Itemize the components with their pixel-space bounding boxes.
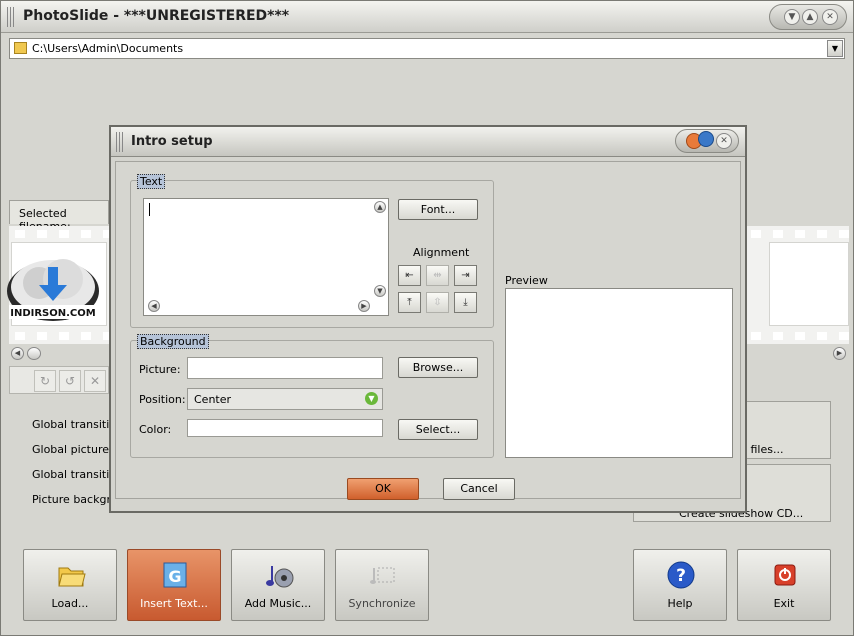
scroll-right-icon[interactable]: ▶ — [833, 347, 846, 360]
text-cursor — [149, 203, 150, 216]
path-combobox[interactable]: C:\Users\Admin\Documents ▼ — [9, 38, 845, 59]
chevron-down-icon[interactable]: ▼ — [365, 392, 378, 405]
color-label: Color: — [139, 423, 172, 436]
dialog-title-bar: Intro setup ✕ — [111, 127, 745, 157]
position-label: Position: — [139, 393, 186, 406]
preview-box — [505, 288, 733, 458]
minimize-icon[interactable]: ▼ — [784, 9, 800, 25]
alignment-label: Alignment — [413, 246, 470, 259]
title-bar: PhotoSlide - ***UNREGISTERED*** ▼ ▲ ✕ — [1, 1, 853, 33]
selected-filename-label: Selected filename: — [9, 200, 109, 233]
svg-text:G: G — [168, 567, 181, 586]
font-button[interactable]: Font... — [398, 199, 478, 220]
align-middle-icon[interactable]: ⇳ — [426, 292, 449, 313]
help-label: Help — [667, 597, 693, 610]
rotate-left-icon[interactable]: ↺ — [59, 370, 81, 392]
add-music-label: Add Music... — [244, 597, 312, 610]
select-color-button[interactable]: Select... — [398, 419, 478, 440]
music-icon — [266, 566, 294, 588]
align-center-icon[interactable]: ⇹ — [426, 265, 449, 286]
text-group: Text ▲ ▼ ◀ ▶ Font... Alignment ⇤ ⇹ ⇥ ⤒ ⇳… — [130, 174, 494, 328]
background-group: Background Picture: Browse... Position: … — [130, 334, 494, 458]
svg-text:?: ? — [676, 566, 686, 586]
dialog-window-controls: ✕ — [675, 129, 739, 153]
cancel-button-label: Cancel — [460, 482, 498, 495]
ok-button-label: OK — [375, 482, 391, 495]
app-title: PhotoSlide - ***UNREGISTERED*** — [23, 8, 290, 24]
insert-text-button[interactable]: G Insert Text... — [127, 549, 221, 621]
insert-text-icon: G — [163, 562, 187, 588]
preview-label: Preview — [505, 274, 548, 287]
synchronize-icon — [370, 567, 395, 584]
film-frame[interactable] — [769, 242, 849, 326]
synchronize-button[interactable]: Synchronize — [335, 549, 429, 621]
close-icon[interactable]: ✕ — [822, 9, 838, 25]
synchronize-label: Synchronize — [348, 597, 416, 610]
exit-button[interactable]: Exit — [737, 549, 831, 621]
text-group-legend: Text — [137, 174, 166, 189]
indirson-logo: INDIRSON.COM — [1, 251, 101, 325]
picture-field[interactable] — [187, 357, 383, 379]
edit-toolbar: ↻ ↺ ✕ — [9, 366, 109, 394]
svg-text:INDIRSON.COM: INDIRSON.COM — [10, 308, 96, 319]
rotate-right-icon[interactable]: ↻ — [34, 370, 56, 392]
align-left-icon[interactable]: ⇤ — [398, 265, 421, 286]
load-label: Load... — [51, 597, 89, 610]
align-top-icon[interactable]: ⤒ — [398, 292, 421, 313]
delete-icon[interactable]: ✕ — [84, 370, 106, 392]
scroll-left-icon[interactable]: ◀ — [11, 347, 24, 360]
chevron-down-icon[interactable]: ▼ — [827, 40, 843, 57]
position-select[interactable]: Center ▼ — [187, 388, 383, 410]
select-color-button-label: Select... — [415, 423, 461, 436]
folder-icon — [14, 42, 27, 54]
browse-button-label: Browse... — [412, 361, 464, 374]
load-button[interactable]: Load... — [23, 549, 117, 621]
font-button-label: Font... — [420, 203, 456, 216]
maximize-icon[interactable] — [698, 131, 714, 147]
film-strip-right — [745, 226, 849, 344]
help-icon: ? — [667, 561, 695, 589]
scroll-left-icon[interactable]: ◀ — [148, 300, 160, 312]
maximize-icon[interactable]: ▲ — [802, 9, 818, 25]
exit-icon — [774, 564, 796, 586]
dialog-body: Text ▲ ▼ ◀ ▶ Font... Alignment ⇤ ⇹ ⇥ ⤒ ⇳… — [115, 161, 741, 500]
add-music-button[interactable]: Add Music... — [231, 549, 325, 621]
path-text: C:\Users\Admin\Documents — [32, 42, 184, 55]
exit-label: Exit — [773, 597, 795, 610]
photoslide-window: PhotoSlide - ***UNREGISTERED*** ▼ ▲ ✕ C:… — [0, 0, 854, 636]
picture-label: Picture: — [139, 363, 181, 376]
scroll-right-icon[interactable]: ▶ — [358, 300, 370, 312]
grip-handle[interactable] — [7, 7, 15, 27]
color-field[interactable] — [187, 419, 383, 437]
dialog-title: Intro setup — [131, 134, 213, 149]
scroll-down-icon[interactable]: ▼ — [374, 285, 386, 297]
help-button[interactable]: ? Help — [633, 549, 727, 621]
insert-text-label: Insert Text... — [140, 597, 208, 610]
browse-button[interactable]: Browse... — [398, 357, 478, 378]
align-right-icon[interactable]: ⇥ — [454, 265, 477, 286]
grip-handle[interactable] — [116, 132, 124, 152]
scroll-thumb[interactable] — [27, 347, 41, 360]
background-group-legend: Background — [137, 334, 209, 349]
position-value: Center — [194, 393, 232, 406]
scroll-up-icon[interactable]: ▲ — [374, 201, 386, 213]
ok-button[interactable]: OK — [347, 478, 419, 500]
close-icon[interactable]: ✕ — [716, 133, 732, 149]
align-bottom-icon[interactable]: ⤓ — [454, 292, 477, 313]
intro-text-area[interactable]: ▲ ▼ ◀ ▶ — [143, 198, 389, 316]
window-controls: ▼ ▲ ✕ — [769, 4, 847, 30]
cancel-button[interactable]: Cancel — [443, 478, 515, 500]
folder-icon — [58, 567, 86, 587]
intro-setup-dialog: Intro setup ✕ Text ▲ ▼ ◀ ▶ Font... Align… — [109, 125, 747, 513]
